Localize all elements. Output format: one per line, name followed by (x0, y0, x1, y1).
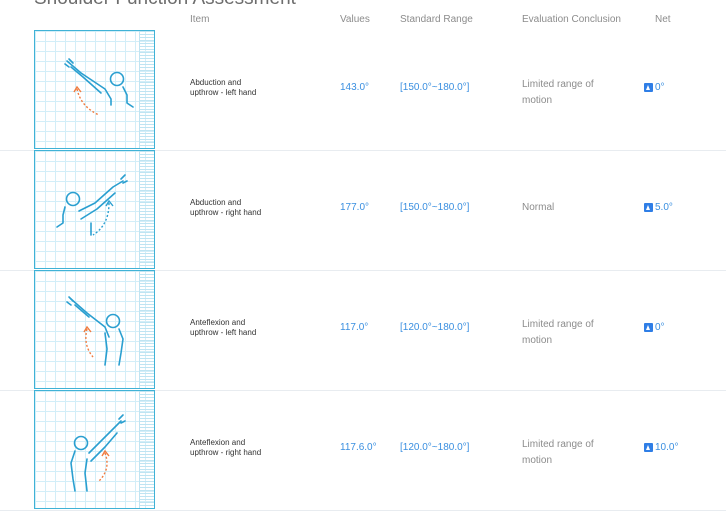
arrow-up-icon (644, 323, 653, 332)
standard-range: [120.0°~180.0°] (400, 442, 470, 453)
column-header-values: Values (340, 14, 370, 25)
standard-range: [150.0°~180.0°] (400, 202, 470, 213)
net-value: 0° (644, 322, 665, 333)
value: 177.0° (340, 202, 370, 213)
value: 143.0° (340, 82, 370, 93)
figure-drawing (66, 296, 124, 366)
figure-drawing (70, 414, 126, 492)
value: 117.0° (340, 322, 369, 333)
column-header-item: Item (190, 14, 210, 25)
net-value: 5.0° (644, 202, 673, 213)
value: 117.6.0° (340, 442, 377, 453)
standard-range: [150.0°~180.0°] (400, 82, 470, 93)
anteflexion-left-figure-icon (34, 270, 155, 389)
table-row: Abduction and upthrow - right hand 177.0… (0, 150, 726, 271)
table-header: Item Values Standard Range Evaluation Co… (0, 14, 726, 30)
item-label: Abduction and upthrow - left hand (190, 78, 257, 97)
standard-range: [120.0°~180.0°] (400, 322, 470, 333)
net-value: 10.0° (644, 442, 678, 453)
anteflexion-right-figure-icon (34, 390, 155, 509)
table-row: Anteflexion and upthrow - right hand 117… (0, 390, 726, 511)
net-value: 0° (644, 82, 665, 93)
arrow-up-icon (644, 83, 653, 92)
page-title: Shoulder Function Assessment (34, 0, 296, 10)
evaluation-conclusion: Limited range of motion (522, 79, 594, 106)
figure-drawing (56, 174, 128, 236)
arrow-up-icon (644, 203, 653, 212)
abduction-right-figure-icon (34, 150, 155, 269)
arrow-up-icon (644, 443, 653, 452)
figure-drawing (64, 58, 134, 116)
table-row: Abduction and upthrow - left hand 143.0°… (0, 30, 726, 151)
item-label: Abduction and upthrow - right hand (190, 198, 262, 217)
evaluation-conclusion: Normal (522, 202, 555, 213)
table-row: Anteflexion and upthrow - left hand 117.… (0, 270, 726, 391)
item-label: Anteflexion and upthrow - left hand (190, 318, 257, 337)
item-label: Anteflexion and upthrow - right hand (190, 438, 262, 457)
abduction-left-figure-icon (34, 30, 155, 149)
column-header-evaluation: Evaluation Conclusion (522, 14, 621, 25)
evaluation-conclusion: Limited range of motion (522, 439, 594, 466)
column-header-net: Net (655, 14, 671, 25)
column-header-range: Standard Range (400, 14, 473, 25)
evaluation-conclusion: Limited range of motion (522, 319, 594, 346)
